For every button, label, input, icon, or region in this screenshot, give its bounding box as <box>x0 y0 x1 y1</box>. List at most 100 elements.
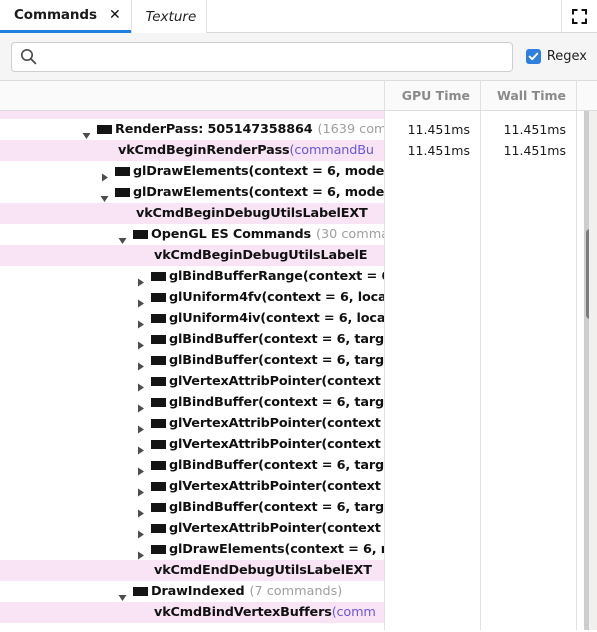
vulkan-command-name: vkCmdBeginDebugUtilsLabelE <box>154 248 368 263</box>
chevron-right-icon[interactable] <box>136 377 145 392</box>
chevron-right-icon[interactable] <box>136 335 145 350</box>
chevron-down-icon[interactable] <box>100 188 109 202</box>
row-name-cell: RenderPass: 505147358864 (1639 comm <box>0 119 384 140</box>
node-label: OpenGL ES Commands <box>151 227 312 242</box>
tab-texture[interactable]: Texture <box>130 0 208 33</box>
tab-commands[interactable]: Commands ✕ <box>0 0 131 33</box>
chevron-down-icon[interactable] <box>118 230 127 244</box>
table-row[interactable]: vkCmdBeginDebugUtilsLabelE <box>0 245 597 266</box>
table-row[interactable]: glBindBuffer(context = 6, targ <box>0 497 597 518</box>
row-gpu-time: 11.451ms <box>384 119 480 140</box>
chevron-right-icon[interactable] <box>136 272 145 287</box>
commands-panel: Commands ✕ Texture Regex GPU Time Wall T… <box>0 0 597 632</box>
table-row[interactable]: glBindBuffer(context = 6, targ <box>0 350 597 371</box>
table-row[interactable]: OpenGL ES Commands (30 comma <box>0 224 597 245</box>
regex-toggle[interactable]: Regex <box>525 49 587 64</box>
node-thumbnail-icon <box>97 125 112 134</box>
node-thumbnail-icon <box>151 377 166 386</box>
table-row[interactable]: vkCmdEndDebugUtilsLabelEXT <box>0 560 597 581</box>
table-row[interactable]: vkCmdBeginRenderPass (commandBu 11.451ms 11… <box>0 140 597 161</box>
chevron-right-icon[interactable] <box>136 440 145 455</box>
node-thumbnail-icon <box>151 461 166 470</box>
row-gpu-time <box>384 308 480 329</box>
row-name-cell: vkCmdBeginDebugUtilsLabelEXT <box>0 203 384 224</box>
node-thumbnail-icon <box>115 167 130 176</box>
chevron-right-icon[interactable] <box>136 419 145 434</box>
table-row[interactable]: glBindBuffer(context = 6, targ <box>0 455 597 476</box>
node-label: DrawIndexed <box>151 584 245 599</box>
vulkan-command-name: vkCmdBindVertexBuffers <box>154 605 332 620</box>
chevron-right-icon[interactable] <box>136 503 145 518</box>
column-header-name[interactable] <box>0 81 384 110</box>
table-row[interactable]: glBindBuffer(context = 6, targ <box>0 329 597 350</box>
chevron-right-icon[interactable] <box>136 398 145 413</box>
node-label: glBindBuffer(context = 6, targ <box>169 353 384 368</box>
chevron-right-icon[interactable] <box>136 356 145 371</box>
table-row[interactable]: glUniform4iv(context = 6, loca <box>0 308 597 329</box>
node-label: glDrawElements(context = 6, n <box>169 542 384 557</box>
search-input[interactable] <box>11 41 513 72</box>
row-name-cell: glVertexAttribPointer(context <box>0 371 384 392</box>
node-label: glDrawElements(context = 6, mode <box>133 185 384 200</box>
row-gpu-time <box>384 455 480 476</box>
tab-commands-close-icon[interactable]: ✕ <box>109 8 121 22</box>
chevron-down-icon[interactable] <box>82 125 91 139</box>
chevron-right-icon[interactable] <box>136 545 145 560</box>
node-label: glVertexAttribPointer(context <box>169 479 381 494</box>
column-header-gpu-time[interactable]: GPU Time <box>384 81 480 110</box>
node-thumbnail-icon <box>151 356 166 365</box>
chevron-right-icon[interactable] <box>100 167 109 182</box>
node-child-count: (1639 comm <box>317 122 384 137</box>
table-row[interactable]: glUniform4fv(context = 6, loca <box>0 287 597 308</box>
table-row[interactable]: glBindBufferRange(context = 6 <box>0 266 597 287</box>
chevron-right-icon[interactable] <box>136 482 145 497</box>
row-wall-time <box>480 476 576 497</box>
table-row[interactable]: glDrawElements(context = 6, mode <box>0 161 597 182</box>
node-label: glBindBuffer(context = 6, targ <box>169 395 384 410</box>
table-row[interactable]: glVertexAttribPointer(context <box>0 413 597 434</box>
column-header-wall-time[interactable]: Wall Time <box>480 81 576 110</box>
table-row[interactable]: glVertexAttribPointer(context <box>0 371 597 392</box>
row-wall-time: 11.451ms <box>480 140 576 161</box>
table-row[interactable]: vkCmdBindVertexBuffers (comm <box>0 602 597 623</box>
row-wall-time <box>480 434 576 455</box>
table-row[interactable]: vkCmdBeginDebugUtilsLabelEXT <box>0 203 597 224</box>
table-row[interactable]: glDrawElements(context = 6, mode <box>0 182 597 203</box>
chevron-right-icon[interactable] <box>136 314 145 329</box>
table-row[interactable]: glVertexAttribPointer(context <box>0 434 597 455</box>
node-child-count: (30 comma <box>316 227 384 242</box>
node-thumbnail-icon <box>115 188 130 197</box>
row-gpu-time <box>384 224 480 245</box>
node-thumbnail-icon <box>151 419 166 428</box>
node-thumbnail-icon <box>151 503 166 512</box>
table-row[interactable]: DrawIndexed (7 commands) <box>0 581 597 602</box>
chevron-down-icon[interactable] <box>118 587 127 601</box>
row-wall-time <box>480 560 576 581</box>
table-row[interactable] <box>0 111 597 119</box>
regex-checkbox[interactable] <box>525 49 541 64</box>
table-row[interactable]: glDrawElements(context = 6, n <box>0 539 597 560</box>
row-gpu-time <box>384 287 480 308</box>
row-name-cell: glUniform4fv(context = 6, loca <box>0 287 384 308</box>
row-gpu-time <box>384 539 480 560</box>
node-thumbnail-icon <box>151 314 166 323</box>
chevron-right-icon[interactable] <box>136 524 145 539</box>
fullscreen-button[interactable] <box>561 0 597 32</box>
command-parameters: (comm <box>331 605 376 620</box>
chevron-right-icon[interactable] <box>136 293 145 308</box>
row-gpu-time <box>384 371 480 392</box>
node-label: glVertexAttribPointer(context <box>169 521 381 536</box>
row-gpu-time <box>384 476 480 497</box>
table-row[interactable]: RenderPass: 505147358864 (1639 comm11.451… <box>0 119 597 140</box>
node-label: RenderPass: 505147358864 <box>115 122 313 137</box>
search-field-wrapper <box>11 41 513 72</box>
table-row[interactable]: glVertexAttribPointer(context <box>0 476 597 497</box>
table-row[interactable]: glVertexAttribPointer(context <box>0 518 597 539</box>
chevron-right-icon[interactable] <box>136 461 145 476</box>
table-row[interactable]: glBindBuffer(context = 6, targ <box>0 392 597 413</box>
row-name-cell: glBindBufferRange(context = 6 <box>0 266 384 287</box>
row-name-cell: glBindBuffer(context = 6, targ <box>0 497 384 518</box>
tab-commands-label: Commands <box>14 7 97 23</box>
node-label: glUniform4fv(context = 6, loca <box>169 290 384 305</box>
tab-texture-label: Texture <box>145 8 197 25</box>
